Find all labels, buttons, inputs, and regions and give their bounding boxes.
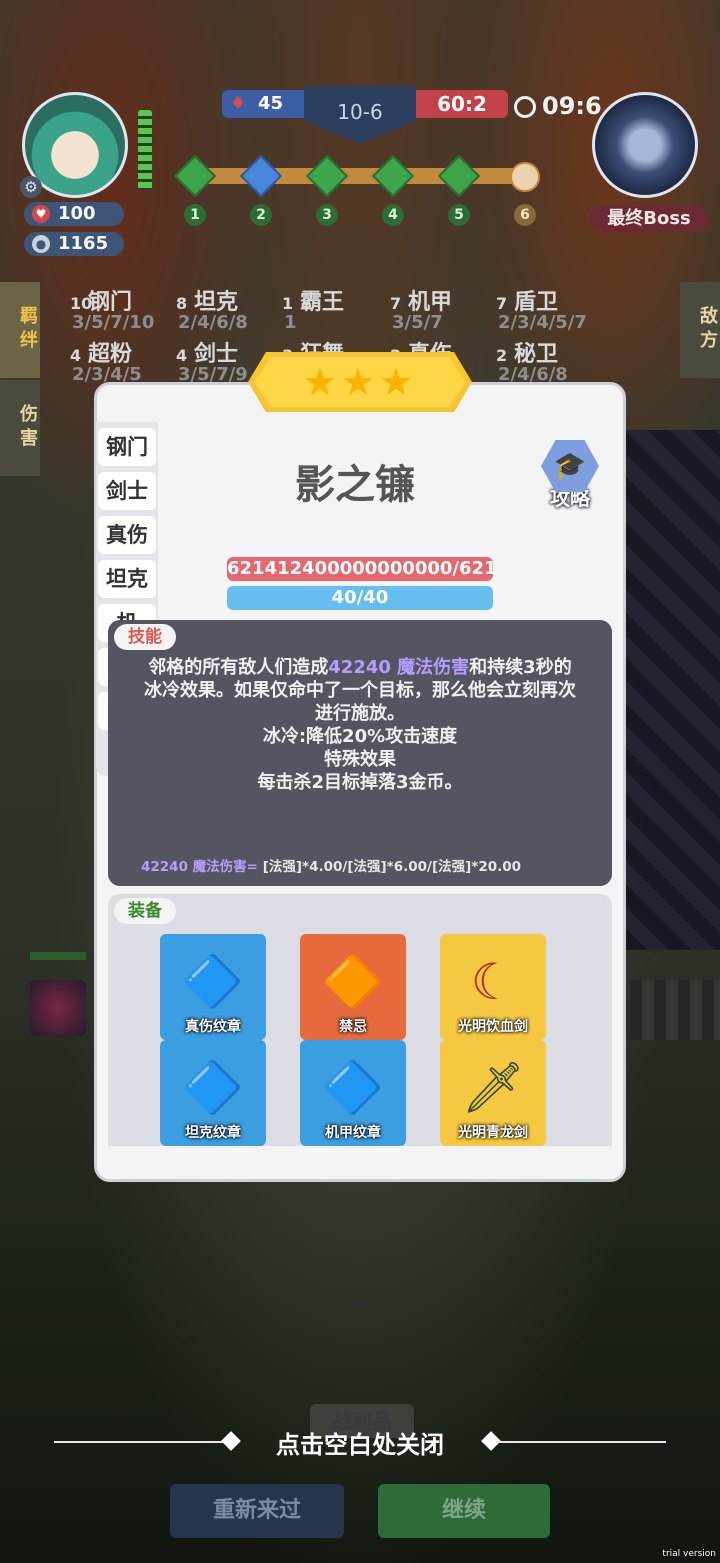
damage-formula: 42240 魔法伤害= [法强]*4.00/[法强]*6.00/[法强]*20.… [141,859,522,875]
emblem-icon: 🔷 [181,952,245,1011]
tab-synergy[interactable]: 羁绊 [0,282,40,378]
stage-number: 5 [448,204,470,226]
divider [496,1441,666,1443]
divider [54,1441,224,1443]
tab-enemy[interactable]: 敌方 [680,282,720,378]
unit-hp-bar: 621412400000000000/621 [227,557,497,581]
synergy-item[interactable]: 1 霸王 1 [282,284,344,333]
player-gold-pill: ● 1165 [24,232,124,256]
stage-number: 4 [382,204,404,226]
restart-button[interactable]: 重新来过 [170,1484,344,1538]
synergy-item[interactable]: 10钢门 3/5/7/10 [70,284,154,333]
heart-icon: ♥ [32,205,50,223]
skill-tag: 技能 [114,624,176,650]
synergy-item[interactable]: 4 剑士 3/5/7/9 [176,336,248,385]
stage-number: 6 [514,204,536,226]
player-hp-bar [138,110,152,190]
player-hp-pill: ♥ 100 [24,202,124,226]
gem-icon: 🔶 [321,952,385,1011]
player-gold: 1165 [58,233,109,254]
match-score-panel: ♦ 45 10-6 60:2 [222,86,508,144]
tab-damage[interactable]: 伤害 [0,380,40,476]
equipment-item[interactable]: 🔷 机甲纹章 [300,1040,406,1146]
equipment-panel: 🔷 真伤纹章 🔶 禁忌 ☾ 光明饮血剑 🔷 坦克纹章 🔷 机甲纹章 🗡 光明青龙… [108,894,612,1146]
emblem-icon: 🔷 [321,1058,385,1117]
trait-tab[interactable]: 钢门 [98,428,156,466]
synergy-item[interactable]: 7 机甲 3/5/7 [390,284,452,333]
guide-button[interactable]: 🎓 攻略 [538,440,602,514]
unit-name: 影之镰 [295,462,415,508]
boss-avatar[interactable] [592,92,698,198]
round-timer: 09:6 [514,92,602,120]
skill-description: 邻格的所有敌人们造成42240 魔法伤害和持续3秒的 冰冷效果。如果仅命中了一个… [144,657,576,793]
close-hint: 点击空白处关闭 [276,1431,444,1459]
skull-icon [510,162,540,192]
star-rating: ★★★ [254,357,466,407]
player-score-value: 45 [258,93,284,114]
round-indicator: 10-6 [304,86,416,144]
synergy-item[interactable]: 8 坦克 2/4/6/8 [176,284,248,333]
enemy-score: 60:2 [416,90,508,118]
continue-button[interactable]: 继续 [378,1484,550,1538]
watermark: trial version [662,1549,716,1559]
equipment-item[interactable]: 🔶 禁忌 [300,934,406,1040]
stage-number: 1 [184,204,206,226]
equipment-item[interactable]: 🔷 真伤纹章 [160,934,266,1040]
player-hp: 100 [58,203,96,224]
timer-value: 09:6 [542,92,602,120]
gear-icon[interactable]: ⚙ [20,176,42,198]
player-score: ♦ 45 [222,90,306,118]
stage-number: 3 [316,204,338,226]
scythe-icon: ☾ [470,952,516,1011]
equipment-item[interactable]: 🔷 坦克纹章 [160,1040,266,1146]
trait-tab[interactable]: 坦克 [98,560,156,598]
equipment-item[interactable]: ☾ 光明饮血剑 [440,934,546,1040]
trait-tab[interactable]: 剑士 [98,472,156,510]
trait-tab[interactable]: 真伤 [98,516,156,554]
equipment-item[interactable]: 🗡 光明青龙剑 [440,1040,546,1146]
synergy-item[interactable]: 7 盾卫 2/3/4/5/7 [496,284,587,333]
synergy-item[interactable]: 4 超粉 2/3/4/5 [70,336,142,385]
boss-label: 最终Boss [590,206,708,232]
unit-mana-bar: 40/40 [227,586,493,610]
stage-track [178,168,538,184]
coin-icon: ● [32,235,50,253]
synergy-item[interactable]: 2 秘卫 2/4/6/8 [496,336,568,385]
equipment-tag: 装备 [114,898,176,924]
flame-icon: ♦ [230,93,247,114]
sword-icon: 🗡 [461,1058,525,1117]
emblem-icon: 🔷 [181,1058,245,1117]
clock-icon [514,96,536,118]
stage-number: 2 [250,204,272,226]
